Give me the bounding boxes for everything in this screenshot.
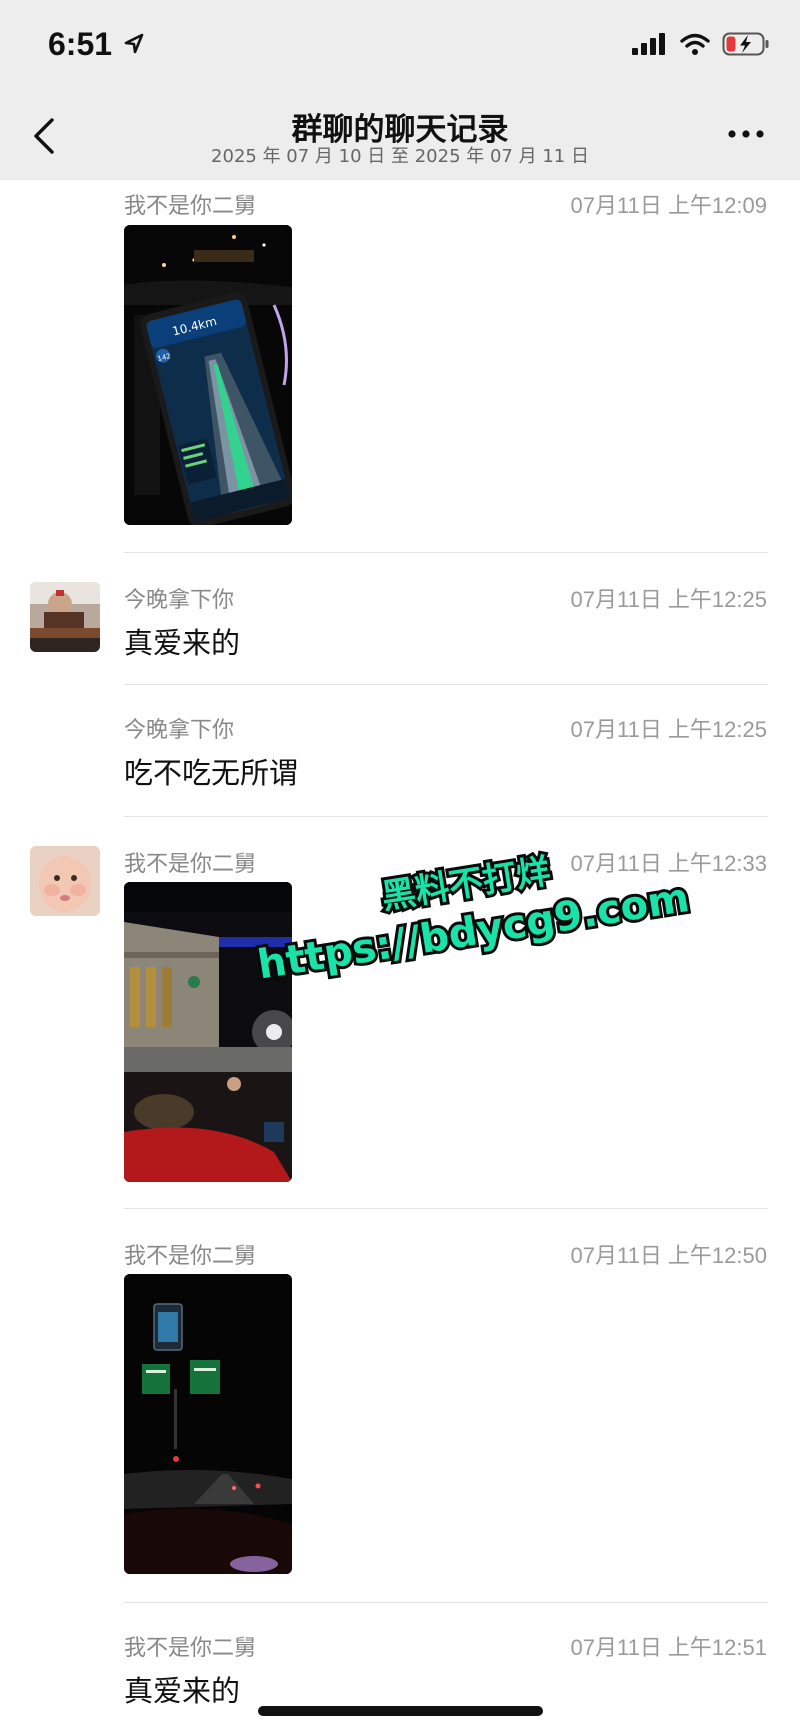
message-time: 07月11日 上午12:09 xyxy=(570,193,767,218)
location-arrow-icon xyxy=(124,33,144,54)
sender-name: 今晚拿下你 xyxy=(124,718,235,743)
message-time: 07月11日 上午12:25 xyxy=(570,717,767,742)
message-photo[interactable] xyxy=(124,882,292,1182)
date-range: 2025 年 07 月 10 日 至 2025 年 07 月 11 日 xyxy=(211,146,589,167)
watermark-line2: https://bdycg9.com xyxy=(255,875,693,989)
photo-car-navigation: 10.4km 142 xyxy=(124,225,292,525)
avatar[interactable] xyxy=(30,846,100,916)
message-text: 真爱来的 xyxy=(124,1674,241,1708)
sender-name: 今晚拿下你 xyxy=(124,588,235,613)
message-photo[interactable]: 10.4km 142 xyxy=(124,225,292,525)
sender-name: 我不是你二舅 xyxy=(124,194,257,219)
more-icon[interactable] xyxy=(726,128,766,140)
message-divider xyxy=(124,816,768,817)
message-time: 07月11日 上午12:51 xyxy=(570,1635,767,1660)
avatar-image xyxy=(30,846,100,916)
photo-building-night xyxy=(124,882,292,1182)
message-divider xyxy=(124,684,768,685)
photo-highway-night xyxy=(124,1274,292,1574)
message-divider xyxy=(124,552,768,553)
status-time: 6:51 xyxy=(48,26,113,62)
sender-name: 我不是你二舅 xyxy=(124,1636,257,1661)
avatar-image xyxy=(30,582,100,652)
signal-icon xyxy=(632,33,665,55)
message-text: 吃不吃无所谓 xyxy=(124,756,299,790)
wifi-icon xyxy=(680,33,710,55)
status-bar: 6:51 xyxy=(0,0,800,90)
message-photo[interactable] xyxy=(124,1274,292,1574)
message-time: 07月11日 上午12:33 xyxy=(570,851,767,876)
message-time: 07月11日 上午12:25 xyxy=(570,587,767,612)
sender-name: 我不是你二舅 xyxy=(124,1244,257,1269)
message-divider xyxy=(124,1208,768,1209)
nav-bar: 群聊的聊天记录 2025 年 07 月 10 日 至 2025 年 07 月 1… xyxy=(0,90,800,180)
message-divider xyxy=(124,1602,768,1603)
message-text: 真爱来的 xyxy=(124,626,241,660)
watermark-line1: 黑料不打烊 xyxy=(379,851,553,917)
message-time: 07月11日 上午12:50 xyxy=(570,1243,767,1268)
avatar[interactable] xyxy=(30,582,100,652)
home-indicator[interactable] xyxy=(258,1706,543,1716)
battery-icon xyxy=(722,32,769,56)
sender-name: 我不是你二舅 xyxy=(124,852,257,877)
